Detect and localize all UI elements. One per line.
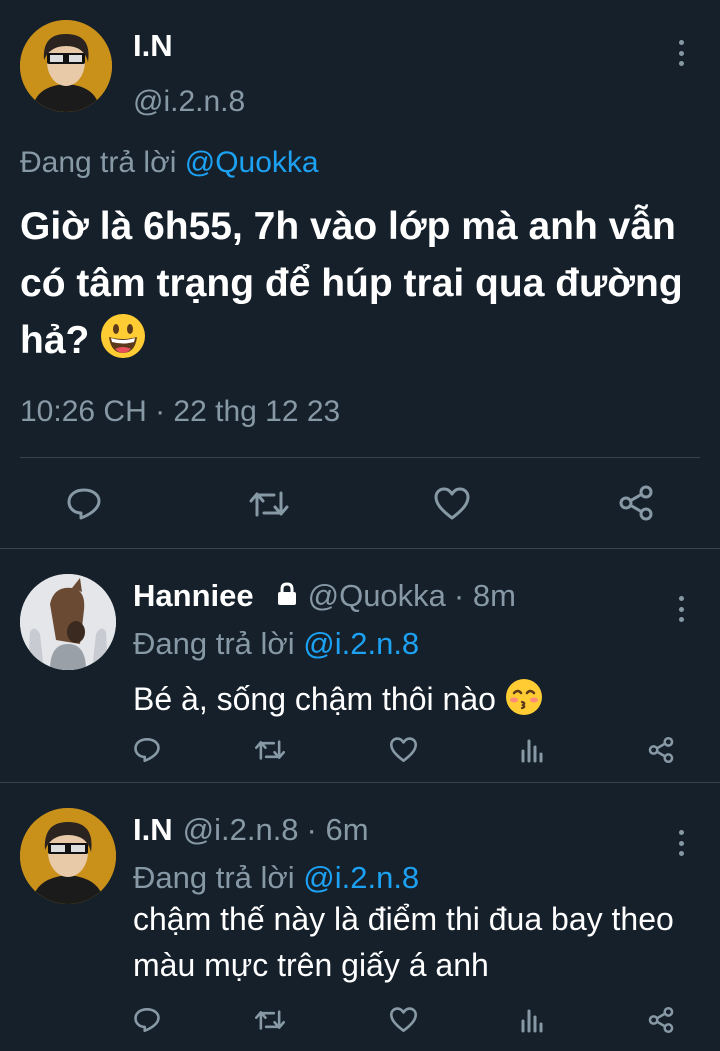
author-handle[interactable]: @i.2.n.8 <box>183 812 299 848</box>
replying-prefix: Đang trả lời <box>20 146 177 179</box>
analytics-icon[interactable] <box>516 734 548 766</box>
grinning-face-icon <box>100 313 146 375</box>
tweet-timestamp[interactable]: 10:26 CH · 22 thg 12 23 <box>20 395 340 429</box>
replying-prefix: Đang trả lời <box>133 626 295 661</box>
retweet-icon[interactable] <box>246 484 292 524</box>
reply-icon[interactable] <box>130 734 164 766</box>
reply-tweet[interactable]: Hanniee @Quokka · 8m Đang trả lời @i.2.n… <box>0 562 720 782</box>
retweet-icon[interactable] <box>252 1004 288 1036</box>
heart-icon[interactable] <box>386 1004 420 1036</box>
reply-tweet[interactable]: I.N @i.2.n.8 · 6m Đang trả lời @i.2.n.8 … <box>0 796 720 1051</box>
replying-to: Đang trả lời @Quokka <box>20 146 319 180</box>
tweet-age: · 6m <box>306 812 369 847</box>
share-icon[interactable] <box>644 734 678 766</box>
author-name[interactable]: I.N <box>133 28 173 64</box>
retweet-icon[interactable] <box>252 734 288 766</box>
tweet-text: Bé à, sống chậm thôi nào <box>133 676 693 728</box>
author-handle[interactable]: @Quokka <box>308 578 446 614</box>
author-name[interactable]: Hanniee <box>133 578 254 614</box>
avatar[interactable] <box>20 20 112 112</box>
tweet-text-body: Bé à, sống chậm thôi nào <box>133 681 496 717</box>
avatar[interactable] <box>20 808 116 904</box>
divider <box>0 548 720 549</box>
reply-icon[interactable] <box>130 1004 164 1036</box>
replying-prefix: Đang trả lời <box>133 860 295 895</box>
more-icon[interactable] <box>675 596 687 622</box>
divider <box>0 782 720 783</box>
reply-header: I.N @i.2.n.8 · 6m <box>133 812 369 848</box>
replying-to: Đang trả lời @i.2.n.8 <box>133 626 419 662</box>
share-icon[interactable] <box>644 1004 678 1036</box>
kissing-face-smiling-eyes-icon <box>505 678 543 728</box>
tweet-age: · 8m <box>453 578 516 613</box>
tweet-text: Giờ là 6h55, 7h vào lớp mà anh vẫn có tâ… <box>20 198 710 375</box>
author-handle[interactable]: @i.2.n.8 <box>133 85 245 119</box>
author-name[interactable]: I.N <box>133 812 173 848</box>
replying-mention[interactable]: @i.2.n.8 <box>303 860 419 895</box>
replying-to: Đang trả lời @i.2.n.8 <box>133 860 419 896</box>
replying-mention[interactable]: @i.2.n.8 <box>303 626 419 661</box>
reply-header: Hanniee @Quokka · 8m <box>133 578 516 614</box>
analytics-icon[interactable] <box>516 1004 548 1036</box>
divider <box>20 457 700 458</box>
main-tweet: I.N @i.2.n.8 Đang trả lời @Quokka Giờ là… <box>0 0 720 548</box>
lock-icon <box>276 578 298 614</box>
more-icon[interactable] <box>675 40 687 66</box>
more-icon[interactable] <box>675 830 687 856</box>
replying-mention[interactable]: @Quokka <box>185 146 319 179</box>
avatar[interactable] <box>20 574 116 670</box>
share-icon[interactable] <box>614 482 658 524</box>
heart-icon[interactable] <box>430 484 474 524</box>
reply-icon[interactable] <box>62 484 106 524</box>
heart-icon[interactable] <box>386 734 420 766</box>
tweet-text: chậm thế này là điểm thi đua bay theo mà… <box>133 901 674 983</box>
